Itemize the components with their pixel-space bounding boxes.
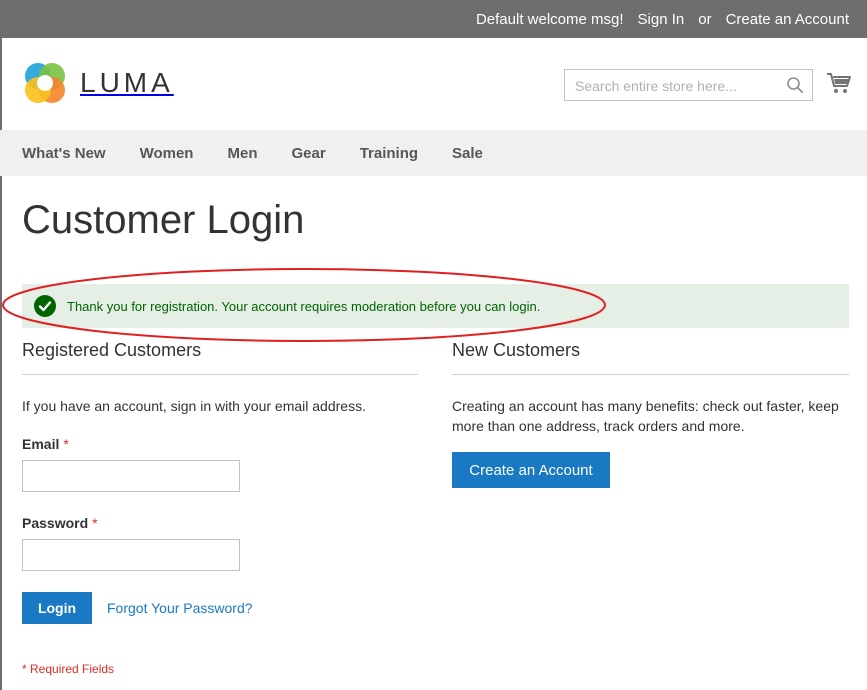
nav-item-women[interactable]: Women [140,145,194,162]
success-message: Thank you for registration. Your account… [22,284,849,328]
success-message-text: Thank you for registration. Your account… [67,298,541,314]
create-account-link[interactable]: Create an Account [726,11,849,28]
nav-item-gear[interactable]: Gear [291,145,325,162]
registered-customers-title: Registered Customers [22,340,418,375]
luma-logo-icon [25,63,65,103]
search-box [564,69,813,101]
forgot-password-link[interactable]: Forgot Your Password? [107,600,253,616]
check-icon [34,295,56,317]
new-customers-block: New Customers Creating an account has ma… [452,340,849,488]
cart-icon[interactable] [826,71,852,95]
main-navigation: What's New Women Men Gear Training Sale [0,130,867,176]
login-button[interactable]: Login [22,592,92,624]
email-label: Email * [22,436,418,452]
password-label-text: Password [22,515,89,531]
nav-item-men[interactable]: Men [227,145,257,162]
email-label-text: Email [22,436,60,452]
header: LUMA [0,38,867,130]
top-links: Default welcome msg! Sign In or Create a… [476,0,849,38]
create-account-button[interactable]: Create an Account [452,452,610,488]
nav-item-whats-new[interactable]: What's New [22,145,106,162]
password-label: Password * [22,515,418,531]
new-customers-title: New Customers [452,340,849,375]
registered-customers-intro: If you have an account, sign in with you… [22,398,366,414]
search-input[interactable] [573,71,787,101]
required-fields-note: * Required Fields [22,662,115,676]
logo-text: LUMA [80,67,174,98]
nav-item-sale[interactable]: Sale [452,145,483,162]
email-required-mark: * [63,436,69,452]
logo-link[interactable]: LUMA [22,60,174,106]
login-actions: Login Forgot Your Password? [22,592,418,624]
search-icon[interactable] [786,76,804,94]
nav-item-training[interactable]: Training [360,145,418,162]
welcome-message: Default welcome msg! [475,10,624,28]
registered-customers-block: Registered Customers If you have an acco… [22,340,418,676]
email-field[interactable] [22,460,240,492]
new-customers-intro: Creating an account has many benefits: c… [452,398,839,434]
password-field[interactable] [22,539,240,571]
password-required-mark: * [92,515,98,531]
top-bar: Default welcome msg! Sign In or Create a… [0,0,867,38]
or-separator: or [698,10,712,28]
page-title: Customer Login [22,198,305,242]
sign-in-link[interactable]: Sign In [638,11,685,28]
